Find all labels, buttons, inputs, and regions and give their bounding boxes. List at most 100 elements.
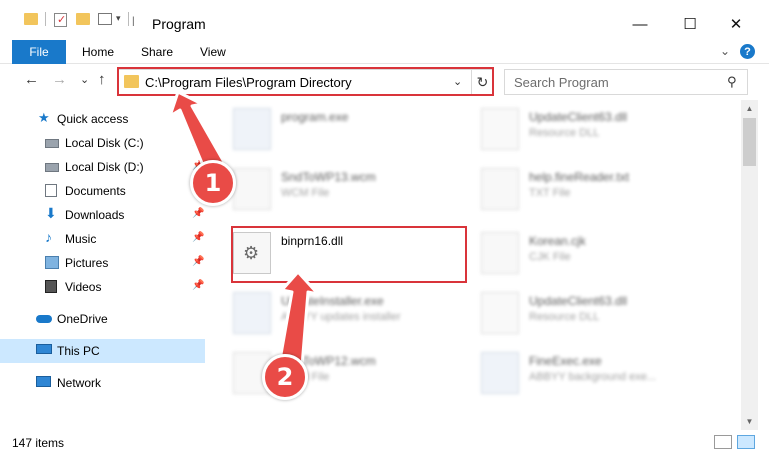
videos-icon [45, 280, 57, 293]
scroll-up-icon[interactable]: ▲ [741, 100, 758, 117]
tab-view[interactable]: View [200, 45, 226, 59]
file-description: Resource DLL [529, 127, 600, 139]
divider [45, 12, 46, 26]
sidebar-item-music[interactable]: ♪ Music 📌 [0, 227, 205, 251]
folder-icon[interactable] [24, 13, 38, 25]
up-button[interactable]: ↑ [98, 71, 106, 88]
minimize-button[interactable]: — [618, 10, 662, 38]
tab-share[interactable]: Share [141, 45, 173, 59]
document-icon [233, 168, 271, 210]
file-name: UpdateClient63.dll [529, 294, 628, 308]
file-tile[interactable]: UpdateClient63.dll Resource DLL [481, 102, 721, 158]
sidebar-item-local-disk-d[interactable]: Local Disk (D:) 📌 [0, 155, 205, 179]
file-tile[interactable]: program.exe [233, 102, 473, 158]
sidebar-item-label: Downloads [65, 208, 125, 222]
window-title: Program [152, 16, 206, 32]
step-2-badge: 2 [262, 354, 308, 400]
search-placeholder: Search Program [514, 75, 609, 90]
properties-icon[interactable]: ✓ [54, 13, 67, 27]
search-input[interactable]: Search Program ⚲ [504, 69, 748, 95]
sidebar-item-label: Pictures [65, 256, 109, 270]
sidebar-item-label: Local Disk (C:) [65, 136, 144, 150]
search-icon[interactable]: ⚲ [727, 74, 737, 90]
item-count: 147 items [12, 436, 65, 450]
file-name: program.exe [281, 110, 349, 124]
file-name: help.fineReader.txt [529, 170, 630, 184]
navigation-pane: ★ Quick access Local Disk (C:) 📌 Local D… [0, 100, 205, 430]
sidebar-item-local-disk-c[interactable]: Local Disk (C:) 📌 [0, 131, 205, 155]
close-button[interactable]: ✕ [714, 10, 758, 38]
customize-quick-access-icon[interactable] [98, 13, 112, 25]
downloads-icon: ⬇ [45, 205, 57, 221]
details-view-icon[interactable] [714, 435, 732, 449]
large-icons-view-icon[interactable] [737, 435, 755, 449]
file-description: ABBYY background exe... [529, 371, 656, 383]
cloud-icon [36, 315, 52, 323]
maximize-button[interactable]: ☐ [668, 10, 712, 38]
file-tile[interactable]: Korean.cjk CJK File [481, 226, 721, 282]
divider [128, 12, 129, 26]
pin-icon[interactable]: 📌 [192, 208, 204, 219]
sidebar-item-label: Local Disk (D:) [65, 160, 144, 174]
sidebar-item-label: Network [57, 376, 102, 390]
scroll-thumb[interactable] [743, 118, 756, 166]
app-icon [481, 352, 519, 394]
file-name: UpdateInstaller.exe [281, 294, 384, 308]
sidebar-item-label: Quick access [57, 112, 129, 126]
dll-file-icon [481, 292, 519, 334]
tab-home[interactable]: Home [82, 45, 114, 59]
help-icon[interactable]: ? [740, 44, 755, 59]
vertical-scrollbar[interactable]: ▲ ▼ [741, 100, 758, 430]
back-button[interactable]: ← [24, 71, 39, 88]
forward-button[interactable]: → [52, 71, 67, 88]
file-description: Resource DLL [529, 311, 600, 323]
title-bar: ✓ ▾ | Program — ☐ ✕ [0, 0, 769, 40]
sidebar-item-downloads[interactable]: ⬇ Downloads 📌 [0, 203, 205, 227]
sidebar-item-this-pc[interactable]: This PC [0, 339, 205, 363]
sidebar-item-onedrive[interactable]: OneDrive [0, 307, 205, 331]
app-icon [233, 108, 271, 150]
sidebar-item-pictures[interactable]: Pictures 📌 [0, 251, 205, 275]
title-folder-icon: | [132, 16, 135, 27]
text-file-icon [481, 168, 519, 210]
customize-dropdown-icon[interactable]: ▾ [116, 13, 121, 24]
computer-icon [36, 344, 52, 354]
file-description: ABBYY updates installer [281, 311, 401, 323]
app-icon [233, 292, 271, 334]
star-icon: ★ [38, 110, 50, 125]
status-bar: 147 items [0, 430, 769, 468]
file-name: FineExec.exe [529, 354, 602, 368]
pin-icon[interactable]: 📌 [192, 136, 204, 147]
scroll-down-icon[interactable]: ▼ [741, 413, 758, 430]
sidebar-item-quick-access[interactable]: ★ Quick access [0, 107, 205, 131]
recent-locations-button[interactable]: ⌄ [80, 73, 89, 86]
tab-file[interactable]: File [12, 40, 66, 64]
file-tile[interactable]: UpdateClient63.dll Resource DLL [481, 286, 721, 342]
file-tile[interactable]: help.fineReader.txt TXT File [481, 162, 721, 218]
pin-icon[interactable]: 📌 [192, 232, 204, 243]
file-name: SndToWP13.wcm [281, 170, 376, 184]
network-icon [36, 376, 51, 387]
file-tile[interactable]: UpdateInstaller.exe ABBYY updates instal… [233, 286, 473, 342]
new-folder-icon[interactable] [76, 13, 90, 25]
file-description: TXT File [529, 187, 571, 199]
address-highlight-box [117, 67, 494, 96]
sidebar-item-network[interactable]: Network [0, 371, 205, 395]
file-tile[interactable]: SndToWP13.wcm WCM File [233, 162, 473, 218]
file-description: CJK File [529, 251, 571, 263]
sidebar-item-documents[interactable]: Documents 📌 [0, 179, 205, 203]
step-1-badge: 1 [190, 160, 236, 206]
sidebar-item-videos[interactable]: Videos 📌 [0, 275, 205, 299]
document-icon [481, 232, 519, 274]
sidebar-item-label: Videos [65, 280, 102, 294]
sidebar-item-label: OneDrive [57, 312, 108, 326]
file-name: Korean.cjk [529, 234, 586, 248]
pin-icon[interactable]: 📌 [192, 280, 204, 291]
check-icon: ✓ [57, 14, 67, 26]
sidebar-item-label: Music [65, 232, 97, 246]
dll-file-icon [481, 108, 519, 150]
expand-ribbon-icon[interactable]: ⌄ [720, 44, 730, 58]
pin-icon[interactable]: 📌 [192, 256, 204, 267]
file-tile[interactable]: FineExec.exe ABBYY background exe... [481, 346, 721, 402]
drive-icon [45, 139, 59, 148]
